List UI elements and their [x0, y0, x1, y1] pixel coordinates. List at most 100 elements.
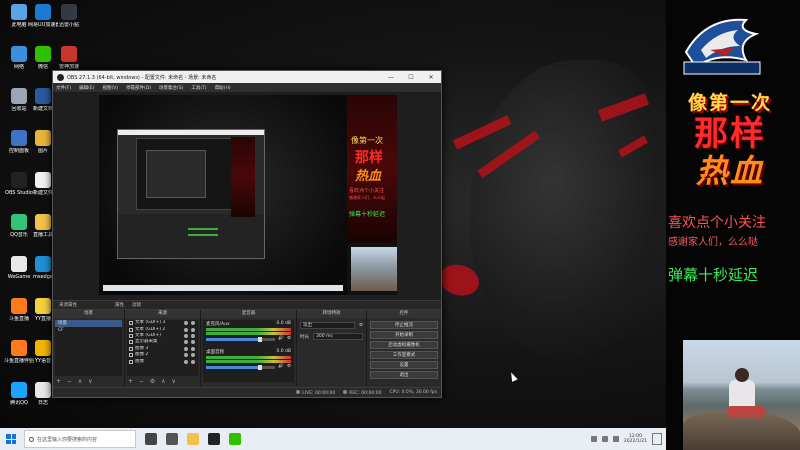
volume-slider[interactable]: [206, 365, 276, 370]
system-tray: 12:00 2022/1/21: [590, 433, 666, 445]
obs-status-bar: LIVE: 00:00:00 REC: 00:00:00 CPU: 0.0%, …: [53, 387, 441, 397]
app-icon: [35, 88, 51, 104]
control-button[interactable]: 开始录制: [370, 331, 438, 339]
taskbar-clock[interactable]: 12:00 2022/1/21: [624, 434, 647, 444]
obs-titlebar[interactable]: OBS 27.1.3 (64-bit, windows) - 配置文件: 未命名…: [53, 71, 441, 83]
duration-label: 时长: [300, 334, 309, 340]
mixer-channel-name: 麦克风/Aux: [206, 322, 230, 327]
lock-icon[interactable]: [191, 333, 195, 338]
transition-add-icon[interactable]: ⚙: [359, 323, 363, 328]
control-button[interactable]: 停止推流: [370, 321, 438, 329]
volume-icon[interactable]: 🔊: [278, 336, 284, 341]
obs-window[interactable]: OBS 27.1.3 (64-bit, windows) - 配置文件: 未命名…: [52, 70, 442, 398]
webcam-person-head: [735, 368, 749, 382]
eye-icon[interactable]: [184, 327, 188, 332]
eye-icon[interactable]: [184, 359, 188, 364]
menu-item[interactable]: 停靠部件(D): [126, 85, 151, 91]
scene-item[interactable]: 场景: [55, 320, 122, 327]
baisha-gaming-logo: [676, 12, 768, 82]
scenes-dock-toolbar[interactable]: + − ∧ ∨: [56, 378, 95, 385]
source-item[interactable]: 图像: [127, 358, 198, 364]
taskview-icon[interactable]: [166, 433, 178, 445]
control-button[interactable]: 退出: [370, 371, 438, 379]
source-type-icon: [129, 359, 133, 364]
chevron-up-icon[interactable]: [590, 436, 597, 442]
lock-icon[interactable]: [191, 327, 195, 332]
desktop-icon[interactable]: 雷神加速: [54, 46, 84, 70]
source-item-label: 文本 (GDI+) 2: [135, 326, 166, 332]
cpu-status: CPU: 0.0%, 30.00 fps: [389, 390, 438, 395]
obs-preview-area[interactable]: 像第一次 那样 热血 喜欢点个小关注 感谢家人们，么么哒 弹幕十秒延迟: [53, 92, 441, 300]
properties-button[interactable]: 属性: [115, 302, 124, 308]
obs-menubar: 文件(F) 编辑(E) 视图(V) 停靠部件(D) 场景集合(S) 工具(T) 帮助(H): [53, 83, 441, 92]
preview-webcam: [351, 247, 397, 291]
menu-item[interactable]: 编辑(E): [79, 85, 94, 91]
volume-icon[interactable]: [612, 436, 619, 442]
transitions-dock-title: 转场特效: [297, 310, 366, 318]
lock-icon[interactable]: [191, 359, 195, 364]
preview-art-line2: 那样: [355, 150, 383, 166]
preview-art-line3: 热血: [355, 169, 382, 184]
desktop-icon[interactable]: 迅雷小贴: [54, 4, 84, 28]
lock-icon[interactable]: [191, 353, 195, 358]
gear-icon[interactable]: ⚙: [287, 336, 291, 341]
preview-canvas[interactable]: 像第一次 那样 热血 喜欢点个小关注 感谢家人们，么么哒 弹幕十秒延迟: [99, 95, 397, 295]
maximize-icon[interactable]: ☐: [401, 74, 421, 81]
webcam-photo: [683, 340, 800, 450]
menu-item[interactable]: 场景集合(S): [159, 85, 183, 91]
transition-type-select[interactable]: 淡出: [300, 322, 355, 329]
app-icon: [35, 298, 51, 314]
controls-dock-title: 控件: [367, 310, 441, 318]
close-icon[interactable]: ✕: [421, 74, 441, 81]
filters-button[interactable]: 滤镜: [132, 302, 141, 308]
scenes-dock: 场景 场景 CF + − ∧ ∨: [53, 310, 125, 386]
obs-icon[interactable]: [208, 433, 220, 445]
app-icon: [35, 130, 51, 146]
menu-item[interactable]: 帮助(H): [215, 85, 231, 91]
minimize-icon[interactable]: —: [381, 74, 401, 81]
lock-icon[interactable]: [191, 321, 195, 326]
notification-center-icon[interactable]: [652, 433, 662, 445]
control-button[interactable]: 设置: [370, 361, 438, 369]
gear-icon[interactable]: ⚙: [287, 364, 291, 369]
danmaku-delay-text: 弹幕十秒延迟: [668, 266, 759, 284]
volume-icon[interactable]: 🔊: [278, 364, 284, 369]
controls-list: 停止推流开始录制启动虚拟摄像机 工作室模式设置退出: [367, 319, 441, 381]
menu-item[interactable]: 视图(V): [102, 85, 118, 91]
controls-dock: 控件 停止推流开始录制启动虚拟摄像机 工作室模式设置退出: [367, 310, 441, 386]
app-icon: [11, 130, 27, 146]
eye-icon[interactable]: [184, 346, 188, 351]
eye-icon[interactable]: [184, 333, 188, 338]
eye-icon[interactable]: [184, 340, 188, 345]
windows-taskbar: 在这里输入你要搜索的内容 12:00 2022/1/21: [0, 428, 666, 450]
menu-item[interactable]: 工具(T): [191, 85, 206, 91]
taskbar-search-input[interactable]: 在这里输入你要搜索的内容: [24, 430, 136, 448]
start-button[interactable]: [0, 428, 22, 450]
volume-slider[interactable]: [206, 337, 276, 342]
source-item-label: 图像 2: [135, 352, 149, 358]
app-icon: [35, 340, 51, 356]
explorer-icon[interactable]: [187, 433, 199, 445]
lock-icon[interactable]: [191, 340, 195, 345]
preview-follow-text: 喜欢点个小关注: [349, 188, 385, 194]
lock-icon[interactable]: [191, 346, 195, 351]
transition-duration-input[interactable]: 300 ms: [313, 333, 363, 340]
webcam-person-legs: [727, 406, 765, 418]
wechat-icon[interactable]: [229, 433, 241, 445]
app-icon: [11, 214, 27, 230]
cortana-icon[interactable]: [145, 433, 157, 445]
volume-slider-knob[interactable]: [258, 337, 263, 342]
app-icon: [11, 340, 27, 356]
volume-slider-knob[interactable]: [258, 365, 263, 370]
network-icon[interactable]: [601, 436, 608, 442]
scene-item[interactable]: CF: [55, 327, 122, 334]
source-item-label: 文本 (GDI+) 3: [135, 320, 166, 326]
eye-icon[interactable]: [184, 353, 188, 358]
menu-item[interactable]: 文件(F): [56, 85, 71, 91]
background-shark-art: [470, 60, 680, 360]
control-button[interactable]: 启动虚拟摄像机: [370, 341, 438, 349]
eye-icon[interactable]: [184, 321, 188, 326]
source-type-icon: [129, 340, 133, 345]
sources-dock-toolbar[interactable]: + − ⚙ ∧ ∨: [128, 378, 178, 385]
control-button[interactable]: 工作室模式: [370, 351, 438, 359]
